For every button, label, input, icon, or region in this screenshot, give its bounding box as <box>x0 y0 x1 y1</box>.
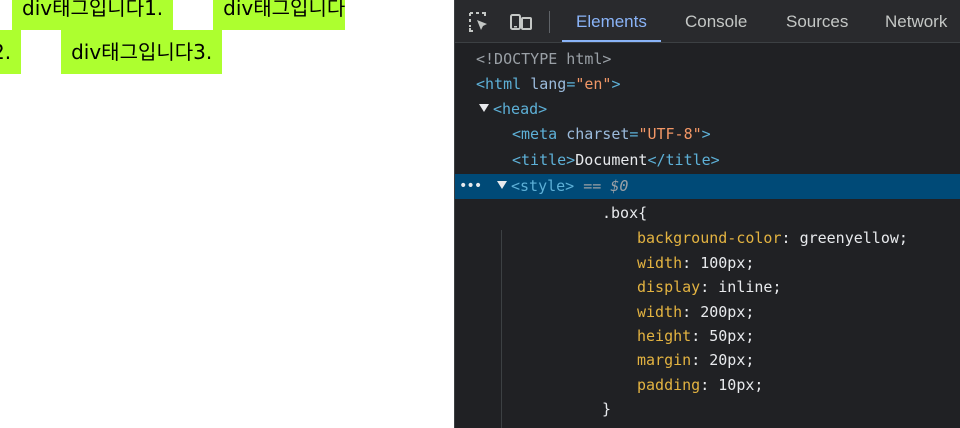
css-closing-brace: } <box>602 400 612 418</box>
meta-attr-value: "UTF-8" <box>638 125 702 143</box>
css-prop-value: greenyellow; <box>799 229 908 247</box>
css-selector-line[interactable]: .box{ <box>455 201 960 226</box>
css-prop-name: margin <box>637 351 692 369</box>
css-prop-line[interactable]: width: 100px; <box>455 251 960 276</box>
tree-line-meta[interactable]: <meta charset="UTF-8"> <box>455 122 960 147</box>
css-prop-line[interactable]: background-color: greenyellow; <box>455 226 960 251</box>
expand-arrow-icon[interactable] <box>479 104 489 112</box>
css-prop-value: 20px; <box>709 351 755 369</box>
expand-arrow-icon[interactable] <box>497 181 507 189</box>
css-prop-name: display <box>637 278 701 296</box>
css-prop-name: padding <box>637 376 701 394</box>
meta-attr: charset <box>566 125 630 143</box>
tree-line-style-selected[interactable]: ••• <style> == $0 <box>455 174 960 199</box>
page-viewport: div태그입니다1.div태그입니다2.div태그입니다3. <box>0 0 454 428</box>
div-box-1[interactable]: div태그입니다1. <box>12 0 174 30</box>
meta-open: <meta <box>512 125 558 143</box>
css-prop-name: width <box>637 303 683 321</box>
tree-line-doctype[interactable]: <!DOCTYPE html> <box>455 47 960 72</box>
css-prop-name: background-color <box>637 229 782 247</box>
elements-tree: <!DOCTYPE html> <html lang="en"> <head> … <box>455 43 960 428</box>
tree-line-title[interactable]: <title>Document</title> <box>455 148 960 173</box>
inspect-element-icon[interactable] <box>467 10 491 34</box>
toolbar-separator <box>549 11 550 33</box>
css-prop-value: 50px; <box>709 327 755 345</box>
div-box-3[interactable]: div태그입니다3. <box>61 30 223 74</box>
style-tag: <style> <box>511 177 575 195</box>
css-prop-line[interactable]: display: inline; <box>455 275 960 300</box>
css-selector: .box{ <box>602 204 648 222</box>
tab-console[interactable]: Console <box>685 0 747 42</box>
html-attr-value: "en" <box>575 75 612 93</box>
tree-line-html[interactable]: <html lang="en"> <box>455 72 960 97</box>
css-prop-line[interactable]: width: 200px; <box>455 300 960 325</box>
css-prop-line[interactable]: padding: 10px; <box>455 373 960 398</box>
html-close: > <box>611 75 621 93</box>
title-close: </title> <box>647 151 720 169</box>
device-toolbar-icon[interactable] <box>509 10 533 34</box>
tab-network[interactable]: Network <box>885 0 947 42</box>
css-prop-value: 10px; <box>718 376 764 394</box>
head-tag: <head> <box>493 100 548 118</box>
css-prop-value: 100px; <box>700 254 755 272</box>
title-text: Document <box>575 151 648 169</box>
css-prop-name: width <box>637 254 683 272</box>
title-open: <title> <box>512 151 576 169</box>
html-attr: lang <box>530 75 567 93</box>
meta-close: > <box>701 125 711 143</box>
doctype-text: <!DOCTYPE html> <box>476 50 612 68</box>
css-prop-name: height <box>637 327 692 345</box>
devtools-toolbar: Elements Console Sources Network <box>455 0 960 43</box>
css-prop-line[interactable]: margin: 20px; <box>455 348 960 373</box>
tree-line-head[interactable]: <head> <box>455 97 960 122</box>
tab-elements[interactable]: Elements <box>562 0 661 42</box>
devtools-panel: Elements Console Sources Network <!DOCTY… <box>454 0 960 428</box>
css-prop-line[interactable]: height: 50px; <box>455 324 960 349</box>
css-closing-brace-line[interactable]: } <box>455 397 960 422</box>
css-prop-value: inline; <box>718 278 782 296</box>
inline-flow: div태그입니다1.div태그입니다2.div태그입니다3. <box>0 0 454 75</box>
more-options-icon[interactable]: ••• <box>459 174 482 199</box>
screen: div태그입니다1.div태그입니다2.div태그입니다3. <box>0 0 960 428</box>
selected-marker: == $0 <box>583 177 629 195</box>
html-open: <html <box>476 75 522 93</box>
tab-sources[interactable]: Sources <box>786 0 848 42</box>
css-prop-value: 200px; <box>700 303 755 321</box>
